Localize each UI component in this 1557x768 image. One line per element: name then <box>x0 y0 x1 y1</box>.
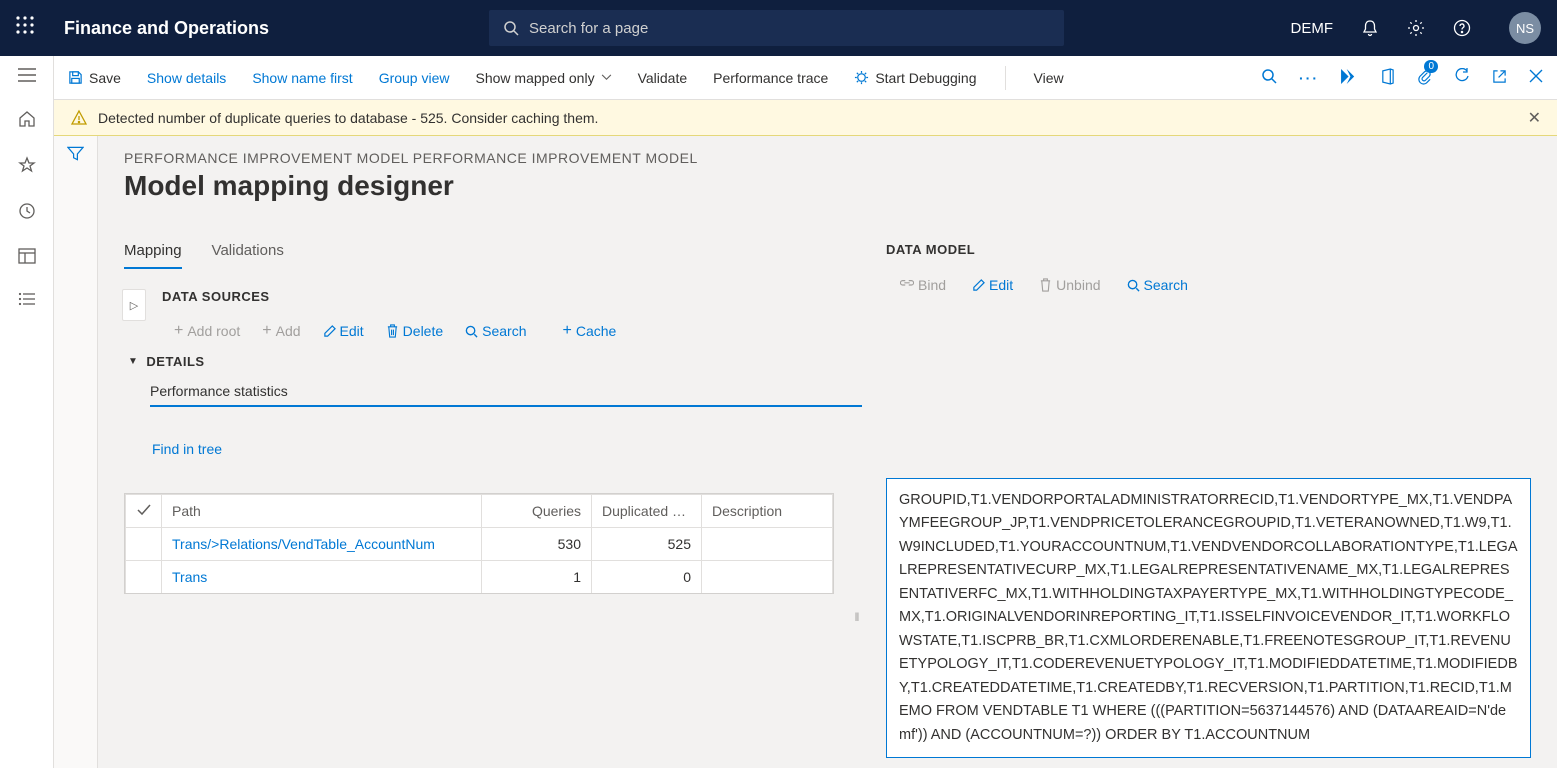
validate-button[interactable]: Validate <box>638 70 688 86</box>
designer-tabs: Mapping Validations <box>124 242 862 269</box>
left-nav-rail <box>0 56 54 768</box>
global-header: Finance and Operations Search for a page… <box>0 0 1557 56</box>
data-model-heading: DATA MODEL <box>886 242 1531 257</box>
dm-search-button[interactable]: Search <box>1127 277 1188 293</box>
cell-duplicated: 0 <box>592 561 702 594</box>
save-button[interactable]: Save <box>68 70 121 86</box>
sql-query-panel[interactable]: GROUPID,T1.VENDORPORTALADMINISTRATORRECI… <box>886 478 1531 758</box>
menu-toggle-icon[interactable] <box>18 68 36 82</box>
ds-search-button[interactable]: Search <box>465 323 526 339</box>
modules-icon[interactable] <box>18 292 36 306</box>
group-view-button[interactable]: Group view <box>379 70 450 86</box>
popout-icon[interactable] <box>1492 69 1507 87</box>
warning-banner: Detected number of duplicate queries to … <box>54 100 1557 136</box>
debug-icon <box>854 70 869 85</box>
splitter-handle[interactable]: ‖ <box>852 475 862 758</box>
favorites-icon[interactable] <box>18 156 36 174</box>
more-icon[interactable]: ··· <box>1299 70 1319 86</box>
select-all-checkbox[interactable] <box>126 495 162 528</box>
tab-performance-statistics[interactable]: Performance statistics <box>150 383 862 407</box>
col-path[interactable]: Path <box>162 495 482 528</box>
table-row[interactable]: Trans10 <box>126 561 833 594</box>
attachments-count: 0 <box>1424 60 1438 73</box>
row-checkbox[interactable] <box>126 561 162 594</box>
breadcrumb: PERFORMANCE IMPROVEMENT MODEL PERFORMANC… <box>124 150 1531 166</box>
action-search-icon[interactable] <box>1261 68 1277 87</box>
power-automate-icon[interactable] <box>1341 69 1358 87</box>
bind-button: Bind <box>900 277 946 293</box>
attachments-button[interactable]: 0 <box>1417 68 1432 88</box>
filter-icon[interactable] <box>67 149 84 166</box>
table-row[interactable]: Trans/>Relations/VendTable_AccountNum530… <box>126 528 833 561</box>
data-model-toolbar: Bind Edit Unbind Search <box>900 277 1531 293</box>
office-icon[interactable] <box>1380 68 1395 88</box>
performance-trace-button[interactable]: Performance trace <box>713 70 828 86</box>
settings-icon[interactable] <box>1407 19 1425 37</box>
close-icon[interactable] <box>1529 69 1543 86</box>
action-pane: Save Show details Show name first Group … <box>54 56 1557 100</box>
add-button: +Add <box>262 322 300 340</box>
cell-path: Trans <box>162 561 482 594</box>
col-queries[interactable]: Queries <box>482 495 592 528</box>
data-sources-toolbar: +Add root +Add Edit Delete Search +Cache <box>174 322 862 340</box>
user-avatar[interactable]: NS <box>1509 12 1541 44</box>
expand-types-panel[interactable]: ▷ <box>122 289 146 321</box>
search-icon <box>503 20 519 36</box>
help-icon[interactable] <box>1453 19 1471 37</box>
start-debugging-button[interactable]: Start Debugging <box>854 70 976 86</box>
performance-table: Path Queries Duplicated que... Descripti… <box>124 493 834 594</box>
workspaces-icon[interactable] <box>18 248 36 264</box>
show-name-first-button[interactable]: Show name first <box>252 70 352 86</box>
tab-validations[interactable]: Validations <box>212 242 284 269</box>
warning-icon <box>70 109 88 127</box>
cell-description <box>702 528 833 561</box>
data-sources-heading: DATA SOURCES <box>162 289 862 304</box>
app-title: Finance and Operations <box>64 18 269 39</box>
global-search[interactable]: Search for a page <box>489 10 1064 46</box>
tab-mapping[interactable]: Mapping <box>124 242 182 269</box>
unbind-button: Unbind <box>1039 277 1100 293</box>
col-duplicated[interactable]: Duplicated que... <box>592 495 702 528</box>
add-root-button: +Add root <box>174 322 240 340</box>
filter-rail <box>54 136 98 768</box>
row-checkbox[interactable] <box>126 528 162 561</box>
home-icon[interactable] <box>18 110 36 128</box>
col-description[interactable]: Description <box>702 495 833 528</box>
notifications-icon[interactable] <box>1361 19 1379 37</box>
edit-button[interactable]: Edit <box>323 323 364 339</box>
chevron-down-icon <box>601 74 612 81</box>
cell-queries: 1 <box>482 561 592 594</box>
recent-icon[interactable] <box>18 202 36 220</box>
cell-queries: 530 <box>482 528 592 561</box>
app-launcher-icon[interactable] <box>16 16 34 40</box>
show-mapped-only-button[interactable]: Show mapped only <box>476 70 612 86</box>
warning-text: Detected number of duplicate queries to … <box>98 110 598 126</box>
details-heading[interactable]: ▼ DETAILS <box>128 354 862 369</box>
refresh-icon[interactable] <box>1454 68 1470 87</box>
save-icon <box>68 70 83 85</box>
cell-duplicated: 525 <box>592 528 702 561</box>
legal-entity[interactable]: DEMF <box>1291 20 1334 37</box>
view-button[interactable]: View <box>1034 70 1064 86</box>
search-placeholder: Search for a page <box>529 20 648 37</box>
delete-button[interactable]: Delete <box>386 323 443 339</box>
dm-edit-button[interactable]: Edit <box>972 277 1013 293</box>
find-in-tree-link[interactable]: Find in tree <box>152 441 862 457</box>
warning-close-icon[interactable]: ✕ <box>1528 108 1541 128</box>
show-details-button[interactable]: Show details <box>147 70 226 86</box>
page-title: Model mapping designer <box>124 170 1531 202</box>
cache-button[interactable]: +Cache <box>563 322 617 340</box>
cell-path: Trans/>Relations/VendTable_AccountNum <box>162 528 482 561</box>
cell-description <box>702 561 833 594</box>
